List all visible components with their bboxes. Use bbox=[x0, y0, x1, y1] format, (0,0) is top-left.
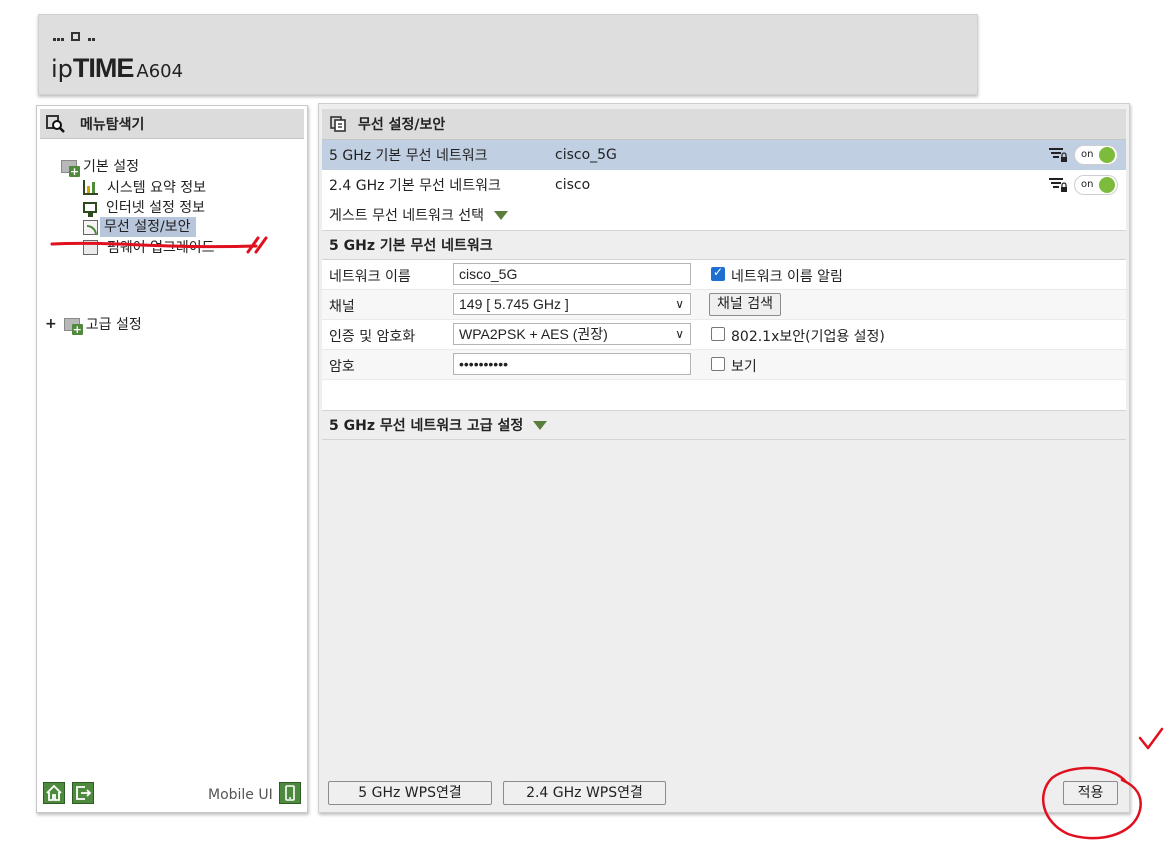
form-row-channel: 채널 149 [ 5.745 GHz ] ∨ 채널 검색 bbox=[322, 290, 1126, 320]
channel-label: 채널 bbox=[329, 299, 355, 315]
network-name-input[interactable]: cisco_5G bbox=[453, 263, 691, 285]
brand-model: A604 bbox=[136, 61, 184, 82]
filter-lock-icon[interactable] bbox=[1048, 147, 1068, 163]
menu-explorer-panel: 메뉴탐색기 기본 설정 시스템 요약 정보 인터넷 설정 정보 무선 설정/보안… bbox=[36, 105, 308, 813]
form-row-network-name: 네트워크 이름 cisco_5G 네트워크 이름 알림 bbox=[322, 260, 1126, 290]
tree-label: 펌웨어 업그레이드 bbox=[107, 240, 215, 256]
tree-item-system-summary[interactable]: 시스템 요약 정보 bbox=[83, 177, 206, 197]
page-icon bbox=[330, 116, 346, 132]
search-icon bbox=[46, 114, 65, 133]
tree-label: 시스템 요약 정보 bbox=[107, 180, 207, 196]
expand-triangle-icon[interactable] bbox=[494, 210, 509, 220]
password-label: 암호 bbox=[329, 359, 355, 375]
chevron-down-icon: ∨ bbox=[675, 297, 684, 311]
form-spacer bbox=[322, 380, 1126, 410]
network-row-5g[interactable]: 5 GHz 기본 무선 네트워크 cisco_5G on bbox=[322, 140, 1126, 170]
chevron-down-icon: ∨ bbox=[675, 327, 684, 341]
tree-label-selected: 무선 설정/보안 bbox=[100, 217, 197, 237]
channel-search-button[interactable]: 채널 검색 bbox=[709, 293, 781, 316]
broadcast-label: 네트워크 이름 알림 bbox=[731, 269, 843, 285]
wireless-icon bbox=[83, 219, 98, 235]
brand-time: TIME bbox=[72, 53, 134, 83]
toggle-label: on bbox=[1081, 179, 1094, 190]
network-name: 2.4 GHz 기본 무선 네트워크 bbox=[329, 178, 501, 194]
page-title: 무선 설정/보안 bbox=[358, 117, 446, 133]
toggle-knob bbox=[1099, 147, 1115, 163]
wireless-settings-panel: 무선 설정/보안 5 GHz 기본 무선 네트워크 cisco_5G on 2.… bbox=[318, 103, 1130, 813]
tree-item-advanced[interactable]: + 고급 설정 bbox=[45, 314, 142, 335]
network-toggle-24g[interactable]: on bbox=[1074, 175, 1118, 195]
toggle-knob bbox=[1099, 177, 1115, 193]
toggle-label: on bbox=[1081, 149, 1094, 160]
home-button[interactable] bbox=[43, 782, 65, 804]
tree-item-wireless[interactable]: 무선 설정/보안 bbox=[83, 217, 197, 237]
menu-explorer-header: 메뉴탐색기 bbox=[40, 109, 304, 139]
folder-icon bbox=[61, 159, 80, 177]
form-row-password: 암호 •••••••••• 보기 bbox=[322, 350, 1126, 380]
guest-network-label: 게스트 무선 네트워크 선택 bbox=[329, 208, 485, 224]
dot1x-label: 802.1x보안(기업용 설정) bbox=[731, 329, 885, 345]
section-title-5g: 5 GHz 기본 무선 네트워크 bbox=[322, 230, 1126, 260]
brand-ip: ip bbox=[51, 55, 73, 83]
firmware-icon bbox=[83, 239, 98, 255]
advanced-settings-title: 5 GHz 무선 네트워크 고급 설정 bbox=[329, 418, 524, 434]
brand-logo: ip TIME A604 bbox=[51, 53, 183, 83]
network-name-label: 네트워크 이름 bbox=[329, 269, 411, 285]
logout-icon bbox=[76, 786, 92, 800]
tree-item-internet[interactable]: 인터넷 설정 정보 bbox=[83, 197, 205, 217]
channel-select[interactable]: 149 [ 5.745 GHz ] ∨ bbox=[453, 293, 691, 315]
broadcast-checkbox[interactable] bbox=[711, 265, 725, 281]
tree-item-firmware[interactable]: 펌웨어 업그레이드 bbox=[83, 237, 215, 257]
network-toggle-5g[interactable]: on bbox=[1074, 145, 1118, 165]
logo-dots-icon bbox=[53, 29, 96, 45]
tree-label: 고급 설정 bbox=[85, 317, 142, 333]
show-password-checkbox[interactable] bbox=[711, 357, 725, 371]
wps-24g-button[interactable]: 2.4 GHz WPS연결 bbox=[503, 781, 666, 805]
check-annotation bbox=[1138, 727, 1164, 750]
auth-select[interactable]: WPA2PSK + AES (권장) ∨ bbox=[453, 323, 691, 345]
menu-footer: Mobile UI bbox=[43, 782, 303, 806]
mobile-icon bbox=[285, 785, 295, 801]
monitor-icon bbox=[83, 201, 97, 217]
tree-label: 인터넷 설정 정보 bbox=[106, 200, 206, 216]
expand-triangle-icon[interactable] bbox=[533, 420, 548, 430]
mobile-ui-button[interactable] bbox=[279, 782, 301, 804]
password-input[interactable]: •••••••••• bbox=[453, 353, 691, 375]
channel-value: 149 [ 5.745 GHz ] bbox=[459, 296, 569, 312]
network-ssid: cisco bbox=[555, 177, 591, 193]
network-ssid: cisco_5G bbox=[555, 147, 617, 163]
home-icon bbox=[46, 784, 62, 801]
auth-label: 인증 및 암호화 bbox=[329, 329, 416, 345]
apply-button[interactable]: 적용 bbox=[1063, 781, 1118, 805]
filter-lock-icon[interactable] bbox=[1048, 177, 1068, 193]
guest-network-selector[interactable]: 게스트 무선 네트워크 선택 bbox=[322, 200, 1126, 230]
network-row-24g[interactable]: 2.4 GHz 기본 무선 네트워크 cisco on bbox=[322, 170, 1126, 200]
mobile-ui-label[interactable]: Mobile UI bbox=[208, 787, 273, 803]
advanced-settings-header[interactable]: 5 GHz 무선 네트워크 고급 설정 bbox=[322, 410, 1126, 440]
auth-value: WPA2PSK + AES (권장) bbox=[459, 326, 608, 342]
menu-explorer-title: 메뉴탐색기 bbox=[80, 116, 145, 133]
chart-icon bbox=[83, 179, 98, 195]
expand-icon[interactable]: + bbox=[45, 316, 57, 332]
tree-item-basic[interactable]: 기본 설정 bbox=[61, 156, 139, 177]
show-password-label: 보기 bbox=[731, 359, 757, 375]
app-header: ip TIME A604 bbox=[38, 14, 978, 95]
logout-button[interactable] bbox=[72, 782, 94, 804]
panel-header: 무선 설정/보안 bbox=[322, 109, 1126, 140]
form-row-auth: 인증 및 암호화 WPA2PSK + AES (권장) ∨ 802.1x보안(기… bbox=[322, 320, 1126, 350]
network-name: 5 GHz 기본 무선 네트워크 bbox=[329, 148, 488, 164]
tree-label: 기본 설정 bbox=[83, 159, 139, 175]
wps-5g-button[interactable]: 5 GHz WPS연결 bbox=[328, 781, 492, 805]
dot1x-checkbox[interactable] bbox=[711, 327, 725, 341]
section-title: 5 GHz 기본 무선 네트워크 bbox=[329, 238, 493, 254]
folder-icon bbox=[63, 317, 83, 335]
